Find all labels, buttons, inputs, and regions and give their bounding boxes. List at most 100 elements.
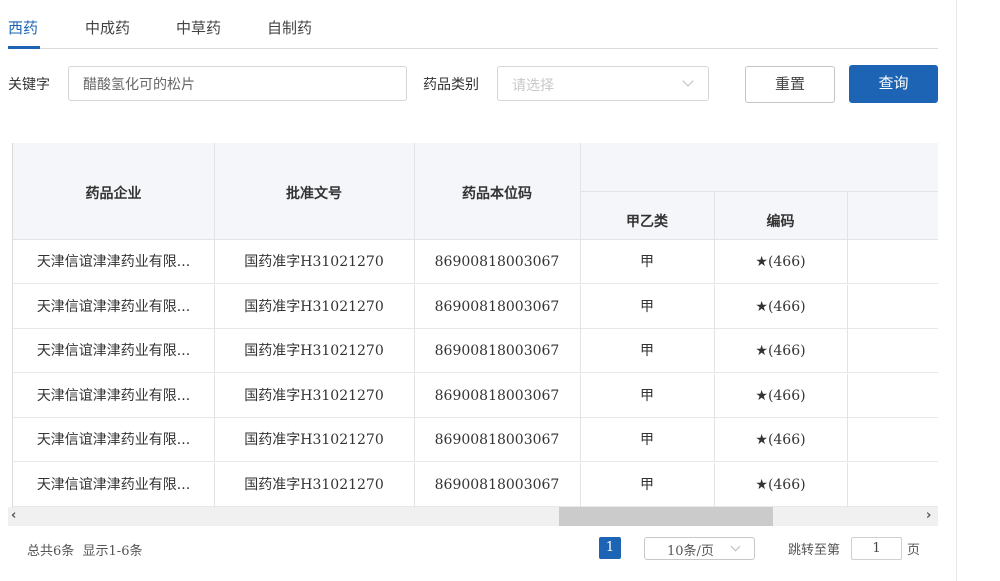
column-divider: [214, 373, 215, 418]
chevron-down-icon: [682, 75, 694, 87]
cell-approval-no: 国药准字H31021270: [244, 387, 384, 404]
cell-code: ★(466): [755, 343, 806, 359]
chevron-down-icon: [730, 541, 741, 552]
cell-drug-code: 86900818003067: [434, 476, 560, 493]
category-placeholder: 请选择: [512, 78, 554, 94]
table-row[interactable]: 天津信谊津津药业有限... 国药准字H31021270 86900818003067…: [13, 329, 938, 373]
table-header: 药品企业 批准文号 药品本位码 甲乙类 编码: [13, 143, 938, 240]
column-divider: [580, 329, 581, 373]
column-divider: [580, 240, 581, 284]
column-divider: [414, 373, 415, 418]
header-divider: [214, 143, 215, 240]
reset-button[interactable]: 重置: [745, 66, 835, 103]
drug-type-tabs: 西药 中成药 中草药 自制药: [8, 0, 938, 49]
column-divider: [847, 240, 848, 284]
active-tab-indicator: [8, 46, 40, 49]
cell-extra: [847, 463, 938, 507]
cell-approval-no: 国药准字H31021270: [244, 298, 384, 315]
header-group-divider: [580, 191, 938, 192]
column-divider: [847, 284, 848, 329]
cell-company: 天津信谊津津药业有限...: [36, 254, 191, 270]
column-divider: [847, 373, 848, 418]
cell-approval-no: 国药准字H31021270: [244, 254, 384, 270]
cell-company: 天津信谊津津药业有限...: [36, 432, 191, 448]
cell-extra: [847, 374, 938, 418]
tab-chinese-patent-medicine[interactable]: 中成药: [85, 17, 130, 38]
cell-class: 甲: [640, 387, 654, 404]
cell-drug-code: 86900818003067: [434, 432, 560, 448]
header-company: 药品企业: [85, 186, 142, 202]
column-divider: [714, 418, 715, 462]
column-divider: [847, 329, 848, 373]
cell-code: ★(466): [755, 432, 806, 448]
tab-chinese-herbal-medicine[interactable]: 中草药: [176, 17, 221, 38]
cell-company: 天津信谊津津药业有限...: [36, 343, 191, 359]
column-divider: [714, 329, 715, 373]
keyword-input[interactable]: [68, 66, 407, 101]
tab-self-made-medicine[interactable]: 自制药: [267, 17, 312, 38]
jump-page-input[interactable]: [851, 537, 902, 560]
tab-western-medicine[interactable]: 西药: [8, 17, 38, 38]
column-divider: [214, 284, 215, 329]
column-divider: [414, 240, 415, 284]
header-divider: [414, 143, 415, 240]
query-button[interactable]: 查询: [849, 65, 938, 103]
column-divider: [214, 462, 215, 507]
table-row[interactable]: 天津信谊津津药业有限... 国药准字H31021270 86900818003067…: [13, 418, 938, 462]
column-divider: [847, 462, 848, 507]
cell-code: ★(466): [755, 298, 806, 315]
page-button-current[interactable]: 1: [599, 537, 621, 559]
scroll-right-icon[interactable]: ›: [926, 508, 931, 523]
header-divider: [847, 191, 848, 240]
scrollbar-thumb[interactable]: [559, 507, 773, 526]
column-divider: [580, 284, 581, 329]
table-row[interactable]: 天津信谊津津药业有限... 国药准字H31021270 86900818003067…: [13, 462, 938, 507]
column-divider: [214, 240, 215, 284]
cell-company: 天津信谊津津药业有限...: [36, 476, 191, 493]
drug-table: 药品企业 批准文号 药品本位码 甲乙类 编码 天津信谊津津药业有限... 国药准字…: [12, 143, 938, 507]
header-code: 编码: [766, 214, 795, 230]
column-divider: [714, 284, 715, 329]
record-summary: 总共6条 显示1-6条: [27, 544, 143, 559]
table-row[interactable]: 天津信谊津津药业有限... 国药准字H31021270 86900818003067…: [13, 373, 938, 418]
cell-drug-code: 86900818003067: [434, 254, 560, 270]
column-divider: [714, 240, 715, 284]
cell-class: 甲: [640, 298, 654, 315]
right-panel-divider: [956, 0, 957, 581]
cell-approval-no: 国药准字H31021270: [244, 476, 384, 493]
category-select[interactable]: 请选择: [497, 66, 709, 101]
cell-code: ★(466): [755, 254, 806, 270]
cell-company: 天津信谊津津药业有限...: [36, 298, 191, 315]
jump-page-suffix: 页: [907, 543, 921, 558]
cell-class: 甲: [640, 254, 654, 270]
scroll-left-icon[interactable]: ‹: [11, 508, 16, 523]
column-divider: [414, 284, 415, 329]
column-divider: [714, 462, 715, 507]
cell-code: ★(466): [755, 387, 806, 404]
category-label: 药品类别: [423, 77, 479, 93]
column-divider: [414, 418, 415, 462]
column-divider: [414, 329, 415, 373]
table-row[interactable]: 天津信谊津津药业有限... 国药准字H31021270 86900818003067…: [13, 284, 938, 329]
horizontal-scrollbar[interactable]: ‹ ›: [8, 507, 938, 526]
page-size-select[interactable]: 10条/页: [644, 537, 755, 560]
cell-extra: [847, 240, 938, 284]
cell-class: 甲: [640, 343, 654, 359]
cell-extra: [847, 418, 938, 462]
page-size-value: 10条/页: [667, 544, 714, 559]
table-row[interactable]: 天津信谊津津药业有限... 国药准字H31021270 86900818003067…: [13, 240, 938, 284]
column-divider: [414, 462, 415, 507]
cell-drug-code: 86900818003067: [434, 387, 560, 404]
cell-class: 甲: [640, 476, 654, 493]
column-divider: [214, 418, 215, 462]
header-class: 甲乙类: [626, 214, 668, 230]
cell-code: ★(466): [755, 476, 806, 493]
jump-to-label: 跳转至第: [788, 543, 841, 558]
cell-company: 天津信谊津津药业有限...: [36, 387, 191, 404]
cell-class: 甲: [640, 432, 654, 448]
column-divider: [580, 462, 581, 507]
column-divider: [580, 418, 581, 462]
cell-drug-code: 86900818003067: [434, 298, 560, 315]
cell-extra: [847, 285, 938, 329]
header-divider: [714, 191, 715, 240]
